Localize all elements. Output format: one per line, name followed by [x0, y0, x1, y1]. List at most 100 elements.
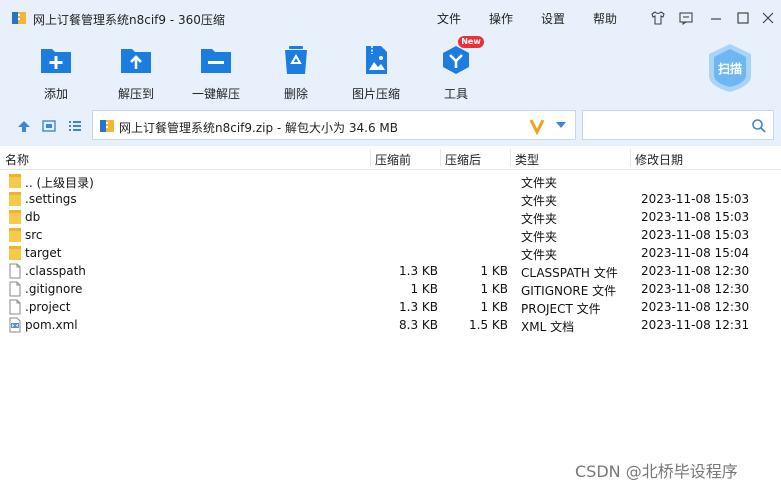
search-input[interactable] [582, 110, 774, 140]
minimize-icon[interactable] [708, 10, 724, 26]
file-name: db [25, 210, 41, 224]
toolbar: 添加 解压到 一键解压 删除 图片压缩 工具 New 扫描 [0, 36, 781, 106]
folder-icon [9, 174, 21, 188]
file-modified: 2023-11-08 15:04 [641, 246, 750, 260]
list-item[interactable]: db 文件夹 2023-11-08 15:03 [0, 208, 781, 226]
column-size[interactable]: 压缩前 [375, 151, 411, 168]
column-type[interactable]: 类型 [515, 151, 539, 168]
title-bar: 网上订餐管理系统n8cif9 - 360压缩 文件 操作 设置 帮助 [0, 0, 781, 36]
list-item[interactable]: src 文件夹 2023-11-08 15:03 [0, 226, 781, 244]
file-packed-size: 1 KB [480, 300, 508, 314]
new-badge: New [458, 36, 484, 48]
file-modified: 2023-11-08 12:30 [641, 300, 750, 314]
folder-icon [9, 246, 21, 260]
column-divider[interactable] [510, 149, 511, 167]
column-name[interactable]: 名称 [5, 151, 29, 168]
list-item[interactable]: .gitignore 1 KB 1 KB GITIGNORE 文件 2023-1… [0, 280, 781, 298]
file-type: PROJECT 文件 [521, 302, 601, 316]
close-icon[interactable] [760, 10, 776, 26]
file-name: .. (上级目录) [25, 176, 94, 190]
address-bar: 网上订餐管理系统n8cif9.zip - 解包大小为 34.6 MB [0, 106, 781, 146]
one-click-extract-button[interactable]: 一键解压 [184, 41, 248, 101]
app-logo-icon [12, 12, 26, 24]
menu-file[interactable]: 文件 [437, 10, 461, 27]
file-type: 文件夹 [521, 176, 558, 190]
list-item[interactable]: pom.xml 8.3 KB 1.5 KB XML 文档 2023-11-08 … [0, 316, 781, 334]
file-type: 文件夹 [521, 248, 558, 262]
delete-button[interactable]: 删除 [264, 41, 328, 101]
extract-to-button[interactable]: 解压到 [104, 41, 168, 101]
tools-button[interactable]: 工具 [424, 41, 488, 101]
add-button[interactable]: 添加 [24, 41, 88, 101]
file-type: XML 文档 [521, 320, 575, 334]
image-compress-label: 图片压缩 [351, 87, 400, 101]
extract-to-label: 解压到 [117, 87, 154, 101]
one-click-extract-label: 一键解压 [191, 87, 240, 101]
menu-help[interactable]: 帮助 [593, 10, 617, 27]
chevron-down-icon[interactable] [555, 121, 567, 129]
maximize-icon[interactable] [735, 10, 751, 26]
file-modified: 2023-11-08 12:30 [641, 282, 750, 296]
column-modified[interactable]: 修改日期 [635, 151, 683, 168]
file-modified: 2023-11-08 12:30 [641, 264, 750, 278]
tools-icon [443, 46, 469, 74]
one-click-extract-icon [201, 49, 231, 73]
file-packed-size: 1 KB [480, 282, 508, 296]
path-text: 网上订餐管理系统n8cif9.zip - 解包大小为 34.6 MB [119, 121, 398, 135]
file-name: .project [25, 300, 71, 314]
image-compress-button[interactable]: 图片压缩 [344, 41, 408, 101]
skin-icon[interactable] [650, 10, 666, 26]
list-item[interactable]: .. (上级目录) 文件夹 [0, 172, 781, 190]
feedback-icon[interactable] [678, 10, 694, 26]
thumbnail-view-icon[interactable] [41, 118, 57, 134]
xml-file-icon [9, 317, 21, 333]
file-icon [9, 299, 21, 315]
window-title: 网上订餐管理系统n8cif9 - 360压缩 [33, 13, 225, 27]
file-icon [9, 281, 21, 297]
file-packed-size: 1 KB [480, 264, 508, 278]
extract-to-icon [121, 49, 151, 73]
file-modified: 2023-11-08 12:31 [641, 318, 750, 332]
up-arrow-icon[interactable] [16, 118, 32, 134]
list-item[interactable]: .settings 文件夹 2023-11-08 15:03 [0, 190, 781, 208]
list-view-icon[interactable] [67, 118, 83, 134]
file-size: 1.3 KB [399, 300, 438, 314]
file-type: GITIGNORE 文件 [521, 284, 617, 298]
add-icon [41, 49, 71, 73]
file-type: 文件夹 [521, 212, 558, 226]
path-field[interactable]: 网上订餐管理系统n8cif9.zip - 解包大小为 34.6 MB [92, 110, 576, 140]
list-item[interactable]: target 文件夹 2023-11-08 15:04 [0, 244, 781, 262]
file-list: .. (上级目录) 文件夹 .settings 文件夹 2023-11-08 1… [0, 171, 781, 488]
file-size: 1 KB [410, 282, 438, 296]
file-name: src [25, 228, 43, 242]
image-compress-icon [366, 46, 387, 74]
watermark: CSDN @北桥毕设程序 [575, 462, 738, 481]
folder-icon [9, 192, 21, 206]
file-modified: 2023-11-08 15:03 [641, 228, 750, 242]
list-item[interactable]: .project 1.3 KB 1 KB PROJECT 文件 2023-11-… [0, 298, 781, 316]
column-divider[interactable] [440, 149, 441, 167]
column-header: 名称 压缩前 压缩后 类型 修改日期 [0, 146, 781, 170]
column-divider[interactable] [370, 149, 371, 167]
column-packed[interactable]: 压缩后 [445, 151, 481, 168]
file-name: .gitignore [25, 282, 83, 296]
add-label: 添加 [43, 87, 68, 101]
file-name: pom.xml [25, 318, 78, 332]
delete-label: 删除 [283, 87, 308, 101]
file-type: CLASSPATH 文件 [521, 266, 618, 280]
file-modified: 2023-11-08 15:03 [641, 210, 750, 224]
menu-operation[interactable]: 操作 [489, 10, 513, 27]
file-name: target [25, 246, 62, 260]
search-icon[interactable] [751, 118, 767, 134]
file-icon [9, 263, 21, 279]
file-name: .classpath [25, 264, 86, 278]
brand-v-icon[interactable] [529, 117, 545, 135]
list-item[interactable]: .classpath 1.3 KB 1 KB CLASSPATH 文件 2023… [0, 262, 781, 280]
file-size: 1.3 KB [399, 264, 438, 278]
file-name: .settings [25, 192, 77, 206]
recycle-bin-icon [285, 46, 307, 74]
menu-settings[interactable]: 设置 [541, 10, 565, 27]
column-divider[interactable] [630, 149, 631, 167]
file-modified: 2023-11-08 15:03 [641, 192, 750, 206]
folder-icon [9, 228, 21, 242]
